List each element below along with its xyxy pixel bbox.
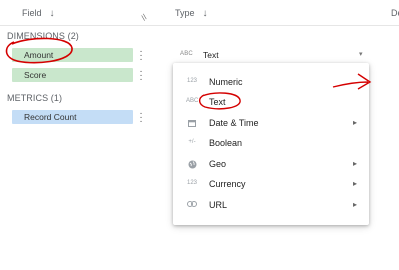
menu-item-label: Date & Time [209,118,259,128]
dimension-chip-score[interactable]: Score [12,68,133,82]
column-resize-handle-icon[interactable]: // [139,13,149,23]
metric-chip-record-count[interactable]: Record Count [12,110,133,124]
menu-item-label: Numeric [209,77,243,87]
menu-item-geo[interactable]: Geo ▸ [173,155,369,175]
menu-item-date-time[interactable]: Date & Time ▸ [173,114,369,134]
text-type-icon: ABC [186,98,199,104]
dropdown-caret-icon[interactable]: ▾ [359,50,363,58]
calendar-icon [186,119,198,129]
type-dropdown-menu: 123 Numeric ABC Text Date & Time ▸ +/- B… [173,63,369,225]
menu-item-label: Geo [209,159,227,169]
menu-item-boolean[interactable]: +/- Boolean [173,134,369,154]
boolean-type-icon: +/- [188,139,196,145]
more-vert-icon[interactable]: · · · [138,47,144,65]
column-header-row: Field ↓ // Type ↓ De [0,0,399,26]
menu-item-url[interactable]: URL ▸ [173,196,369,216]
dimensions-section-title: DIMENSIONS (2) [7,31,79,41]
metrics-section-title: METRICS (1) [7,93,63,103]
submenu-arrow-icon: ▸ [353,200,358,209]
type-column-label: Type [175,8,195,18]
sort-arrow-icon[interactable]: ↓ [203,8,208,19]
menu-item-numeric[interactable]: 123 Numeric [173,73,369,93]
type-column-header[interactable]: Type ↓ [175,8,208,19]
menu-item-label: Text [209,97,226,107]
submenu-arrow-icon: ▸ [353,159,358,168]
submenu-arrow-icon: ▸ [353,118,358,127]
currency-type-icon: 123 [186,180,197,186]
sort-arrow-icon[interactable]: ↓ [50,8,55,19]
link-icon [186,201,198,209]
menu-item-label: URL [209,200,228,210]
field-column-label: Field [22,8,42,18]
menu-item-currency[interactable]: 123 Currency ▸ [173,175,369,195]
menu-item-label: Boolean [209,138,243,148]
dimension-chip-amount[interactable]: Amount [12,48,133,62]
more-vert-icon[interactable]: · · · [138,109,144,127]
globe-icon [186,160,198,171]
menu-item-text[interactable]: ABC Text [173,93,369,113]
text-type-icon: ABC [180,51,193,57]
type-selector-value: Text [203,50,219,60]
type-selector[interactable]: ABC Text ▾ [178,47,368,63]
field-column-header[interactable]: Field ↓ [22,8,55,19]
numeric-type-icon: 123 [186,78,197,84]
description-column-header[interactable]: De [391,8,399,18]
more-vert-icon[interactable]: · · · [138,67,144,85]
submenu-arrow-icon: ▸ [353,179,358,188]
menu-item-label: Currency [209,179,246,189]
